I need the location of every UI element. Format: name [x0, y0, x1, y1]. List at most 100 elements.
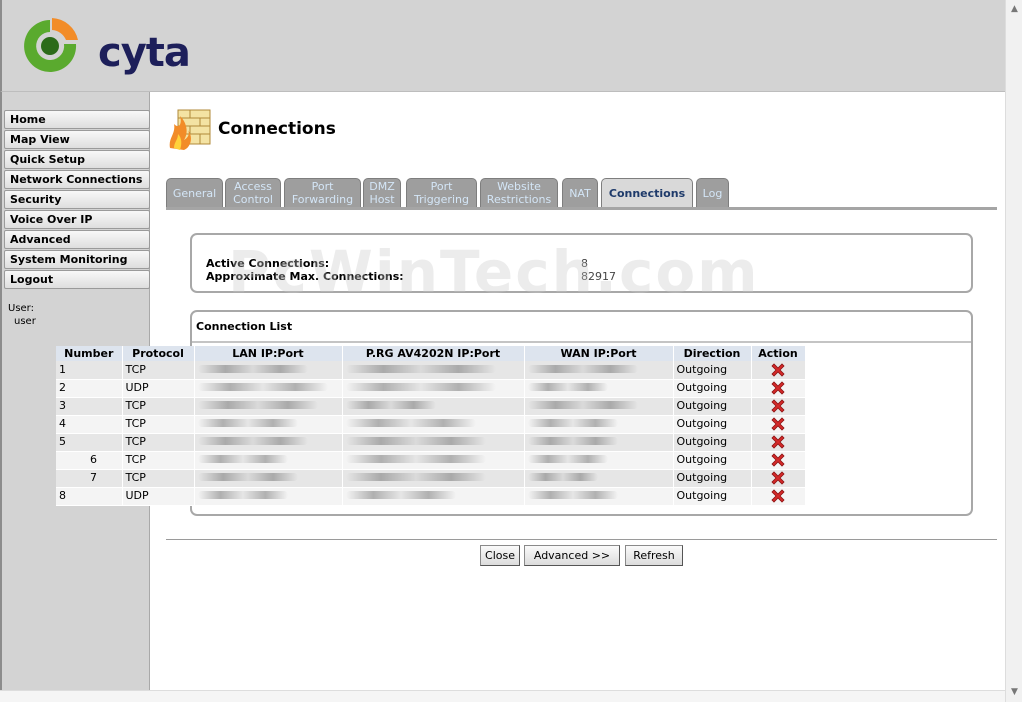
tab-port-forwarding[interactable]: Port Forwarding — [284, 178, 361, 207]
delete-x-icon[interactable] — [770, 380, 786, 396]
horizontal-scrollbar[interactable] — [0, 690, 1005, 702]
user-info: User: user — [8, 302, 36, 328]
connection-list-title: Connection List — [196, 320, 293, 333]
cell-wan-ip-port — [524, 397, 674, 416]
tab-general[interactable]: General — [166, 178, 223, 207]
redacted-value — [197, 364, 308, 373]
redacted-value — [197, 491, 288, 499]
tab-log[interactable]: Log — [696, 178, 729, 207]
cell-lan-ip-port — [194, 433, 343, 452]
cell-router-ip-port — [342, 433, 525, 452]
user-name: user — [14, 316, 36, 327]
sidebar-item-voice-over-ip[interactable]: Voice Over IP — [4, 210, 150, 229]
cell-lan-ip-port — [194, 361, 343, 380]
tab-nat[interactable]: NAT — [562, 178, 598, 207]
active-connections-label: Active Connections: — [206, 257, 330, 270]
cell-number: 2 — [56, 379, 123, 398]
divider — [166, 539, 997, 540]
tab-label: Port — [311, 180, 334, 193]
delete-x-icon[interactable] — [770, 416, 786, 432]
cell-lan-ip-port — [194, 415, 343, 434]
header: cyta — [0, 0, 1005, 92]
table-row: 6 TCP Outgoing — [56, 451, 806, 470]
tab-label-line2: Host — [369, 193, 395, 206]
tab-label-line2: Triggering — [414, 193, 469, 206]
redacted-value — [527, 437, 618, 445]
sidebar-item-quick-setup[interactable]: Quick Setup — [4, 150, 150, 169]
active-connections-value: 8 — [581, 257, 588, 270]
tab-port-triggering[interactable]: Port Triggering — [406, 178, 477, 207]
scroll-down-arrow-icon[interactable]: ▼ — [1008, 686, 1021, 699]
tab-label-line2: Forwarding — [291, 193, 354, 206]
tab-label: Access — [234, 180, 272, 193]
refresh-button[interactable]: Refresh — [625, 545, 683, 566]
tab-website-restrictions[interactable]: Website Restrictions — [480, 178, 558, 207]
tab-bar: General Access Control Port Forwarding DMZ… — [166, 178, 997, 210]
redacted-value — [345, 455, 486, 463]
delete-x-icon[interactable] — [770, 398, 786, 414]
cyta-logo-text: cyta — [98, 30, 191, 76]
tab-connections[interactable]: Connections — [601, 178, 693, 207]
delete-x-icon[interactable] — [770, 452, 786, 468]
table-row: 3 TCP Outgoing — [56, 397, 806, 416]
cell-protocol: TCP — [122, 361, 195, 380]
sidebar-item-logout[interactable]: Logout — [4, 270, 150, 289]
delete-x-icon[interactable] — [770, 488, 786, 504]
delete-x-icon[interactable] — [770, 434, 786, 450]
cell-number: 8 — [56, 487, 123, 506]
cell-action — [751, 487, 806, 506]
tab-label: DMZ — [369, 180, 395, 193]
tab-dmz-host[interactable]: DMZ Host — [363, 178, 401, 207]
tab-label: General — [172, 186, 217, 200]
vertical-scrollbar[interactable]: ▲ ▼ — [1005, 0, 1022, 702]
cell-lan-ip-port — [194, 379, 343, 398]
max-connections-label: Approximate Max. Connections: — [206, 270, 404, 283]
column-header-wan-ip-port: WAN IP:Port — [524, 346, 674, 361]
redacted-value — [197, 437, 308, 445]
delete-x-icon[interactable] — [770, 362, 786, 378]
advanced-button[interactable]: Advanced >> — [524, 545, 620, 566]
sidebar-item-map-view[interactable]: Map View — [4, 130, 150, 149]
tab-label: Website — [497, 180, 541, 193]
cell-router-ip-port — [342, 415, 525, 434]
close-button[interactable]: Close — [480, 545, 520, 566]
table-row: 4 TCP Outgoing — [56, 415, 806, 434]
redacted-value — [197, 419, 298, 427]
cell-router-ip-port — [342, 469, 525, 488]
cell-protocol: TCP — [122, 433, 195, 452]
cell-action — [751, 451, 806, 470]
cell-action — [751, 433, 806, 452]
redacted-value — [527, 419, 618, 427]
cell-direction: Outgoing — [673, 487, 752, 506]
sidebar-item-system-monitoring[interactable]: System Monitoring — [4, 250, 150, 269]
cell-direction: Outgoing — [673, 397, 752, 416]
cell-wan-ip-port — [524, 379, 674, 398]
redacted-value — [345, 491, 456, 499]
delete-x-icon[interactable] — [770, 470, 786, 486]
table-row: 7 TCP Outgoing — [56, 469, 806, 488]
cell-router-ip-port — [342, 487, 525, 506]
cell-wan-ip-port — [524, 469, 674, 488]
redacted-value — [197, 455, 288, 463]
redacted-value — [527, 473, 598, 481]
scroll-up-arrow-icon[interactable]: ▲ — [1008, 3, 1021, 16]
cell-number: 7 — [56, 469, 123, 488]
cell-action — [751, 469, 806, 488]
redacted-value — [527, 491, 618, 499]
tab-access-control[interactable]: Access Control — [225, 178, 281, 207]
column-header-number: Number — [56, 346, 123, 361]
cell-wan-ip-port — [524, 433, 674, 452]
redacted-value — [197, 383, 328, 391]
cell-number: 6 — [56, 451, 123, 470]
sidebar-nav: Home Map View Quick Setup Network Connec… — [2, 110, 150, 290]
cell-direction: Outgoing — [673, 379, 752, 398]
redacted-value — [527, 455, 608, 463]
sidebar-item-security[interactable]: Security — [4, 190, 150, 209]
redacted-value — [527, 383, 608, 391]
cell-direction: Outgoing — [673, 451, 752, 470]
sidebar-item-advanced[interactable]: Advanced — [4, 230, 150, 249]
cell-number: 3 — [56, 397, 123, 416]
sidebar-item-network-connections[interactable]: Network Connections — [4, 170, 150, 189]
table-row: 8 UDP Outgoing — [56, 487, 806, 506]
sidebar-item-home[interactable]: Home — [4, 110, 150, 129]
